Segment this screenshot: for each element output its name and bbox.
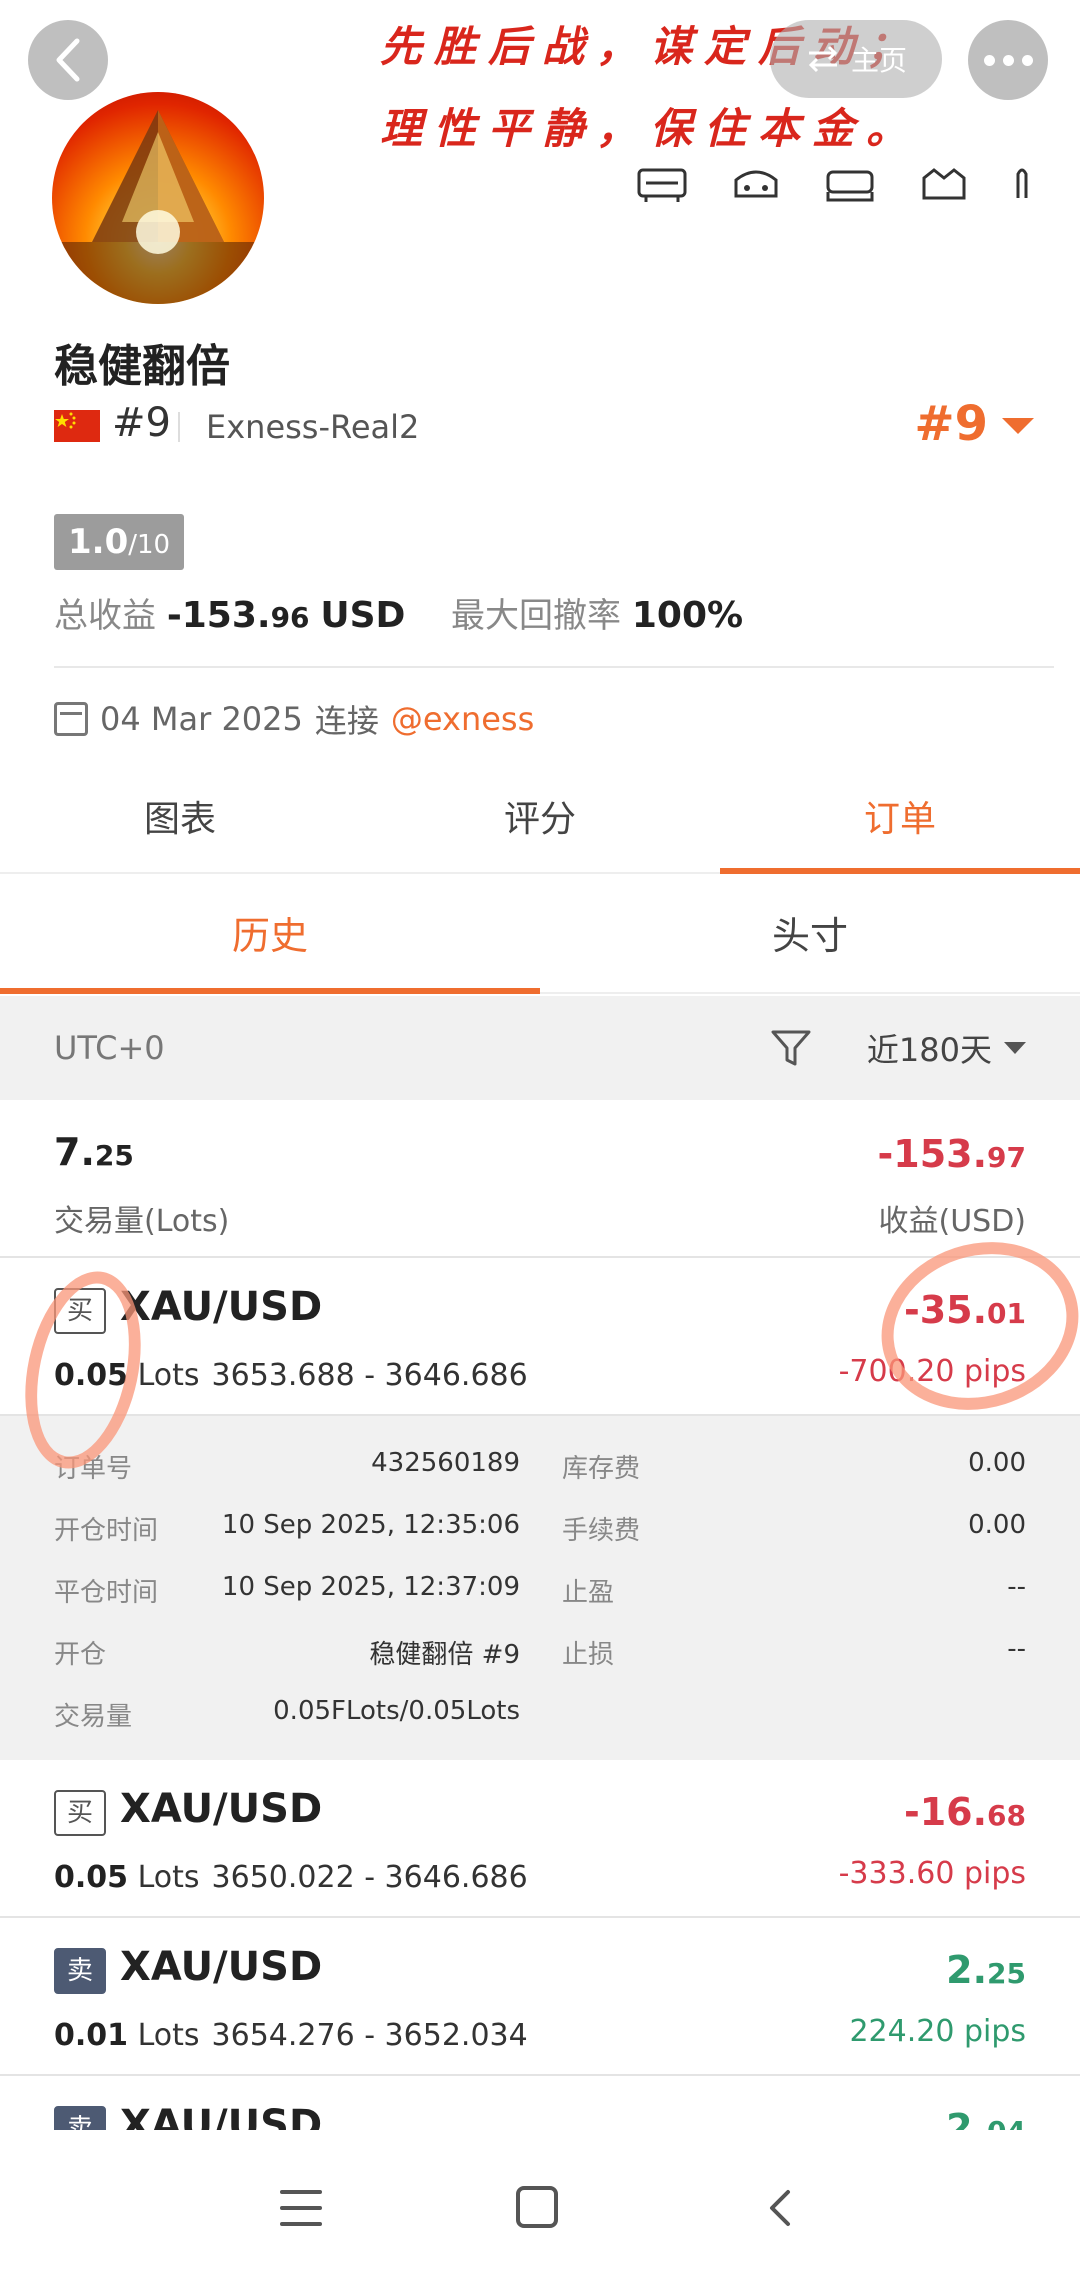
detail-label: 库存费 — [562, 1454, 641, 1484]
recent-apps-button[interactable] — [280, 2190, 322, 2226]
chevron-left-icon — [56, 38, 80, 82]
trade-symbol: XAU/USD — [120, 1284, 323, 1330]
total-lots-label: 交易量(Lots) — [54, 1204, 230, 1239]
badge-icon-3 — [826, 170, 874, 202]
score-value: 1.0 — [68, 522, 129, 562]
badge-icon-5 — [1016, 168, 1028, 198]
more-dot-icon — [1021, 54, 1033, 66]
more-button[interactable] — [968, 20, 1048, 100]
badge-icon-1 — [637, 168, 687, 202]
trader-nickname: 稳健翻倍 — [54, 341, 230, 392]
detail-label: 开仓时间 — [54, 1516, 159, 1546]
detail-label: 手续费 — [562, 1516, 641, 1546]
stop-loss: -- — [1007, 1634, 1026, 1664]
china-flag-icon — [54, 410, 100, 442]
trade-symbol: XAU/USD — [120, 1786, 323, 1832]
trade-profit: -16.68 — [903, 1790, 1026, 1834]
system-nav-bar — [0, 2130, 1080, 2290]
trade-symbol: XAU/USD — [120, 1944, 323, 1990]
trader-avatar[interactable] — [52, 92, 264, 304]
order-subtabs: 历史 头寸 — [0, 884, 1080, 994]
total-profit: -153.97 — [877, 1132, 1027, 1176]
date-range-select[interactable]: 近180天 — [867, 1025, 1026, 1071]
home-label: 主页 — [850, 44, 907, 77]
swap-icon — [808, 45, 838, 73]
swap: 0.00 — [968, 1448, 1026, 1478]
history-summary: 7.25 交易量(Lots) -153.97 收益(USD) — [0, 1100, 1080, 1258]
filter-bar: UTC+0 近180天 — [0, 996, 1080, 1100]
open-time: 10 Sep 2025, 12:35:06 — [221, 1510, 520, 1540]
badge-icon-4 — [922, 168, 966, 200]
trade-lots-prices: 0.01 Lots 3654.276 - 3652.034 — [54, 2018, 528, 2053]
home-button[interactable]: 主页 — [770, 20, 942, 98]
detail-label: 开仓 — [54, 1640, 107, 1670]
trade-pips: -333.60 pips — [838, 1856, 1026, 1891]
max-drawdown-label: 最大回撤率 — [451, 596, 622, 636]
detail-label: 止损 — [562, 1640, 615, 1670]
date-range-label: 近180天 — [866, 1031, 992, 1069]
server-name: Exness-Real2 — [206, 408, 420, 446]
tab-orders[interactable]: 订单 — [720, 770, 1080, 874]
account-stats: 总收益 -153.96 USD 最大回撤率 100% — [54, 588, 743, 637]
trade-pips: 224.20 pips — [849, 2014, 1026, 2049]
divider — [178, 412, 180, 442]
home-nav-button[interactable] — [516, 2186, 558, 2228]
take-profit: -- — [1007, 1572, 1026, 1602]
back-button[interactable] — [28, 20, 108, 100]
timezone-label: UTC+0 — [54, 1029, 165, 1067]
caret-down-icon[interactable] — [1002, 418, 1034, 434]
total-profit-label: 总收益 — [54, 596, 156, 636]
commission: 0.00 — [968, 1510, 1026, 1540]
total-profit-label: 收益(USD) — [878, 1204, 1026, 1239]
detail-label: 交易量 — [54, 1702, 133, 1732]
close-time: 10 Sep 2025, 12:37:09 — [221, 1572, 520, 1602]
total-profit-value: -153.96 — [166, 595, 310, 636]
score-badge: 1.0/10 — [54, 514, 185, 570]
achievement-badges — [636, 164, 1032, 204]
tab-rating[interactable]: 评分 — [360, 770, 720, 872]
rank-dropdown[interactable]: #9 — [914, 396, 988, 452]
buy-badge: 买 — [54, 1790, 106, 1836]
connect-date: 04 Mar 2025 — [100, 700, 303, 738]
main-tabs: 图表 评分 订单 — [0, 770, 1080, 874]
rank-small: #9 — [112, 400, 171, 446]
more-dot-icon — [1002, 54, 1014, 66]
slogan-line-2: 理性平静，保住本金。 — [380, 104, 921, 153]
calendar-icon — [54, 702, 88, 736]
order-number: 432560189 — [371, 1448, 520, 1478]
tab-chart[interactable]: 图表 — [0, 770, 360, 872]
total-profit-unit: USD — [320, 595, 406, 636]
score-max: /10 — [128, 530, 171, 560]
connect-info: 04 Mar 2025 连接 @exness — [54, 696, 534, 742]
trade-profit: 2.25 — [946, 1948, 1026, 1992]
trade-row[interactable]: 买 XAU/USD 0.05 Lots 3650.022 - 3646.686 -… — [0, 1760, 1080, 1918]
max-drawdown-value: 100% — [631, 595, 744, 636]
tab-history[interactable]: 历史 — [0, 884, 540, 994]
connect-label: 连接 — [314, 702, 379, 740]
open-by: 稳健翻倍 #9 — [369, 1640, 520, 1670]
trade-lots-prices: 0.05 Lots 3650.022 - 3646.686 — [54, 1860, 528, 1895]
badge-icon-2 — [734, 170, 778, 198]
detail-label: 平仓时间 — [54, 1578, 159, 1608]
back-nav-icon[interactable] — [760, 2188, 800, 2228]
trade-row[interactable]: 卖 XAU/USD 0.01 Lots 3654.276 - 3652.034 2… — [0, 1918, 1080, 2076]
more-dot-icon — [983, 54, 995, 66]
divider — [54, 666, 1054, 668]
broker-link[interactable]: @exness — [391, 700, 534, 738]
detail-label: 止盈 — [562, 1578, 615, 1608]
tab-positions[interactable]: 头寸 — [540, 884, 1080, 992]
volume: 0.05FLots/0.05Lots — [273, 1696, 520, 1726]
sell-badge: 卖 — [54, 1948, 106, 1994]
trade-details: 订单号 432560189 开仓时间 10 Sep 2025, 12:35:06… — [0, 1416, 1080, 1760]
caret-down-icon — [1004, 1042, 1026, 1054]
filter-icon[interactable] — [769, 1026, 813, 1070]
total-lots: 7.25 — [54, 1130, 134, 1174]
